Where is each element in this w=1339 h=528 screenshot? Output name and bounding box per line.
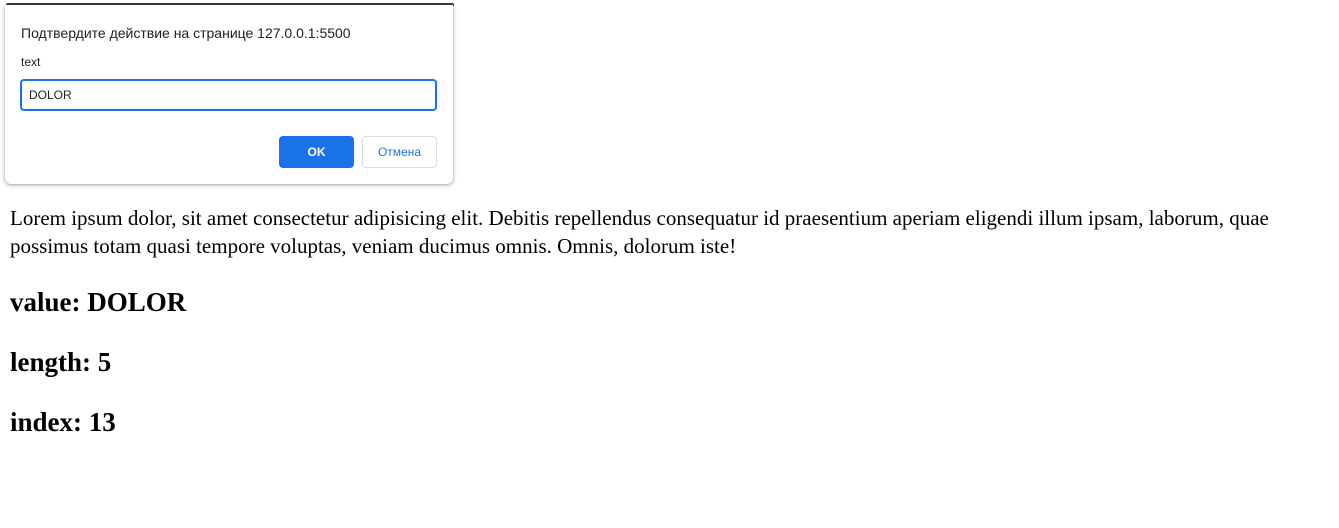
ok-button[interactable]: OK xyxy=(279,136,354,168)
length-heading: length: 5 xyxy=(10,347,112,377)
index-heading: index: 13 xyxy=(10,407,116,437)
dialog-message: text xyxy=(21,55,41,69)
prompt-input[interactable] xyxy=(20,79,437,111)
lorem-paragraph: Lorem ipsum dolor, sit amet consectetur … xyxy=(10,206,1269,258)
dialog-title: Подтвердите действие на странице 127.0.0… xyxy=(21,25,351,41)
cancel-button[interactable]: Отмена xyxy=(362,136,437,168)
value-heading: value: DOLOR xyxy=(10,287,187,317)
prompt-dialog: Подтвердите действие на странице 127.0.0… xyxy=(5,5,453,184)
